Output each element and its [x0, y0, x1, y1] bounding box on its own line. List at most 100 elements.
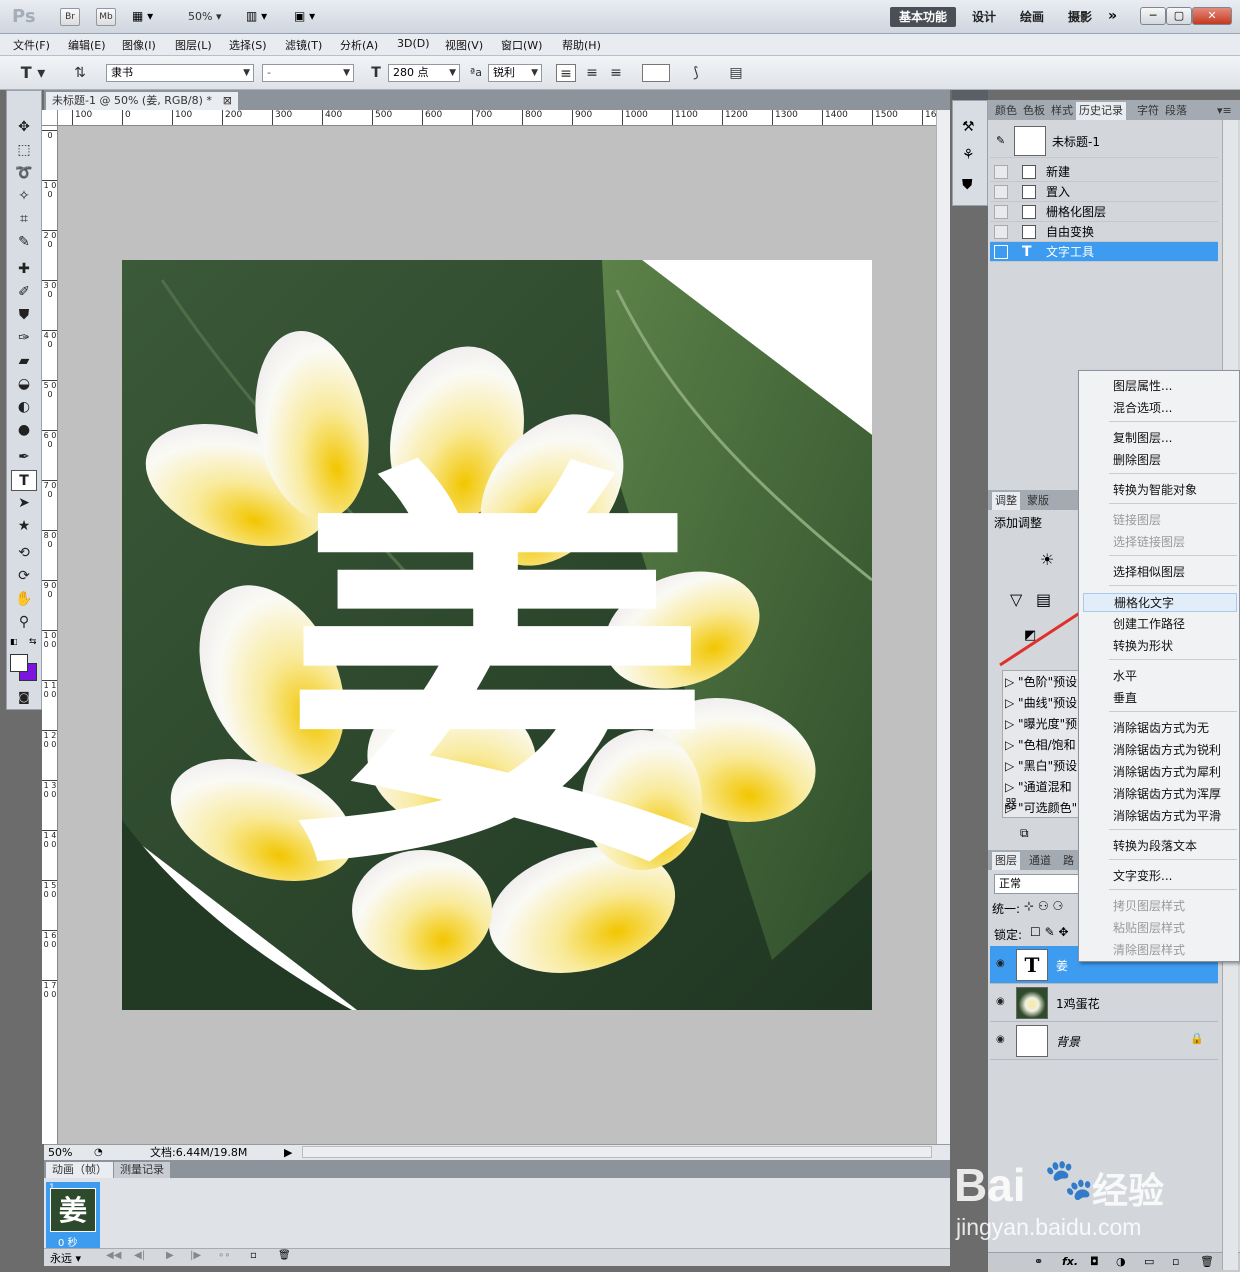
- blur-tool-icon[interactable]: ◐: [11, 397, 37, 418]
- tab-history[interactable]: 历史记录: [1076, 102, 1126, 120]
- type-tool-icon[interactable]: T: [11, 470, 37, 491]
- zoom-level[interactable]: 50% ▾: [188, 10, 221, 23]
- play-icon[interactable]: ▶: [166, 1250, 174, 1261]
- delete-frame-icon[interactable]: 🗑: [278, 1250, 291, 1261]
- status-proof-icon[interactable]: ◔: [94, 1145, 103, 1160]
- history-item[interactable]: 栅格化图层: [990, 202, 1218, 222]
- context-menu-item[interactable]: 消除锯齿方式为浑厚: [1113, 785, 1221, 802]
- menu-window[interactable]: 窗口(W): [501, 37, 542, 53]
- preset-hue-sat[interactable]: ▷ "色相/饱和: [1005, 736, 1076, 753]
- dodge-tool-icon[interactable]: ●: [11, 420, 37, 441]
- ruler-origin[interactable]: [42, 110, 58, 126]
- menu-filter[interactable]: 滤镜(T): [285, 37, 322, 53]
- quick-mask-icon[interactable]: ◙: [11, 687, 37, 708]
- context-menu-item[interactable]: 消除锯齿方式为犀利: [1113, 763, 1221, 780]
- preset-levels[interactable]: ▷ "色阶"预设: [1005, 673, 1077, 690]
- history-item[interactable]: 新建: [990, 162, 1218, 182]
- preset-bw[interactable]: ▷ "黑白"预设: [1005, 757, 1077, 774]
- font-size-select[interactable]: 280 点 ▼: [388, 64, 460, 82]
- context-menu-item[interactable]: 转换为段落文本: [1113, 837, 1197, 854]
- align-right-icon[interactable]: ≡: [606, 64, 626, 82]
- path-select-tool-icon[interactable]: ➤: [11, 493, 37, 514]
- text-layer-glyph[interactable]: 姜: [287, 427, 707, 920]
- menu-select[interactable]: 选择(S): [229, 37, 267, 53]
- tool-presets-icon[interactable]: ⚒: [962, 119, 975, 135]
- tab-paths[interactable]: 路: [1060, 852, 1077, 870]
- tab-adjustments[interactable]: 调整: [992, 492, 1020, 510]
- context-menu-item[interactable]: 图层属性...: [1113, 377, 1172, 394]
- menu-3d[interactable]: 3D(D): [397, 37, 430, 50]
- menu-file[interactable]: 文件(F): [13, 37, 50, 53]
- tab-channels[interactable]: 通道: [1026, 852, 1054, 870]
- context-menu-item[interactable]: 转换为形状: [1113, 637, 1173, 654]
- context-menu-item[interactable]: 删除图层: [1113, 451, 1161, 468]
- font-style-select[interactable]: - ▼: [262, 64, 354, 82]
- tab-character[interactable]: 字符: [1134, 102, 1162, 120]
- default-colors-icon[interactable]: ◧: [10, 637, 18, 646]
- close-tab-icon[interactable]: ⊠: [223, 92, 232, 110]
- clip-adjustment-icon[interactable]: ⧉: [1020, 826, 1029, 841]
- snapshot-brush-icon[interactable]: ✎: [996, 134, 1005, 147]
- add-mask-icon[interactable]: ◘: [1090, 1255, 1099, 1268]
- vertical-scrollbar[interactable]: [936, 110, 950, 1144]
- text-color-swatch[interactable]: [642, 64, 670, 82]
- maximize-button[interactable]: ▢: [1166, 7, 1192, 25]
- link-layers-icon[interactable]: ⚭: [1034, 1255, 1043, 1268]
- screen-mode-icon[interactable]: ▣ ▾: [294, 9, 315, 23]
- brush-presets-icon[interactable]: ⚘: [962, 147, 975, 163]
- status-zoom[interactable]: 50%: [48, 1145, 72, 1160]
- align-center-icon[interactable]: ≡: [582, 64, 602, 82]
- menu-item-rasterize-type[interactable]: 栅格化文字: [1083, 593, 1237, 612]
- history-brush-tool-icon[interactable]: ✑: [11, 328, 37, 349]
- eraser-tool-icon[interactable]: ▰: [11, 351, 37, 372]
- new-group-icon[interactable]: ▭: [1144, 1255, 1154, 1268]
- context-menu-item[interactable]: 选择相似图层: [1113, 563, 1185, 580]
- tab-paragraph[interactable]: 段落: [1162, 102, 1190, 120]
- next-frame-icon[interactable]: |▶: [190, 1250, 201, 1261]
- context-menu-item[interactable]: 创建工作路径: [1113, 615, 1185, 632]
- move-tool-icon[interactable]: ✥: [11, 117, 37, 138]
- animation-frame[interactable]: 1 姜 0 秒: [46, 1182, 100, 1249]
- blend-mode-select[interactable]: 正常: [994, 874, 1080, 894]
- horizontal-scrollbar[interactable]: [302, 1146, 932, 1158]
- first-frame-icon[interactable]: ◀◀: [106, 1250, 121, 1261]
- frame-delay[interactable]: 0 秒: [58, 1234, 78, 1249]
- status-menu-arrow-icon[interactable]: ▶: [284, 1145, 292, 1160]
- minibridge-button[interactable]: Mb: [96, 8, 116, 26]
- healing-brush-tool-icon[interactable]: ✚: [11, 259, 37, 280]
- context-menu-item[interactable]: 复制图层...: [1113, 429, 1172, 446]
- layer-style-icon[interactable]: fx.: [1062, 1255, 1078, 1268]
- view-extras-icon[interactable]: ▦ ▾: [132, 9, 162, 25]
- history-snapshot[interactable]: ✎ 未标题-1: [990, 124, 1218, 158]
- layer-row-flower[interactable]: ◉ 1鸡蛋花: [990, 984, 1218, 1022]
- 3d-rotate-tool-icon[interactable]: ⟲: [11, 543, 37, 564]
- tab-masks[interactable]: 蒙版: [1024, 492, 1052, 510]
- crop-tool-icon[interactable]: ⌗: [11, 209, 37, 230]
- text-orientation-icon[interactable]: ⇅: [70, 64, 90, 82]
- workspace-essentials[interactable]: 基本功能: [890, 7, 956, 27]
- new-adjustment-icon[interactable]: ◑: [1116, 1255, 1126, 1268]
- tab-measurement-log[interactable]: 测量记录: [114, 1162, 170, 1178]
- context-menu-item[interactable]: 消除锯齿方式为无: [1113, 719, 1209, 736]
- arrange-documents-icon[interactable]: ▥ ▾: [246, 9, 267, 23]
- preset-exposure[interactable]: ▷ "曝光度"预: [1005, 715, 1077, 732]
- lock-icons[interactable]: ☐ ✎ ✥: [1030, 925, 1069, 939]
- context-menu-item[interactable]: 垂直: [1113, 689, 1137, 706]
- history-item-selected[interactable]: T 文字工具: [990, 242, 1218, 262]
- tab-animation[interactable]: 动画（帧）: [46, 1162, 113, 1178]
- tab-color[interactable]: 颜色: [992, 102, 1020, 120]
- brightness-icon[interactable]: ☀: [1040, 550, 1054, 569]
- document-tab[interactable]: 未标题-1 @ 50% (姜, RGB/8) * ⊠: [46, 92, 238, 110]
- 3d-orbit-tool-icon[interactable]: ⟳: [11, 566, 37, 587]
- unify-icons[interactable]: ⊹ ⚇ ⚆: [1024, 899, 1063, 913]
- pen-tool-icon[interactable]: ✒: [11, 447, 37, 468]
- swap-colors-icon[interactable]: ⇆: [29, 637, 37, 647]
- history-item[interactable]: 置入: [990, 182, 1218, 202]
- brush-tool-icon[interactable]: ✐: [11, 282, 37, 303]
- lasso-tool-icon[interactable]: ➰: [11, 163, 37, 184]
- context-menu-item[interactable]: 混合选项...: [1113, 399, 1172, 416]
- tab-layers[interactable]: 图层: [992, 852, 1020, 870]
- clone-source-icon[interactable]: ⛊: [962, 177, 973, 193]
- new-layer-icon[interactable]: ▫: [1172, 1255, 1179, 1268]
- shape-tool-icon[interactable]: ★: [11, 516, 37, 537]
